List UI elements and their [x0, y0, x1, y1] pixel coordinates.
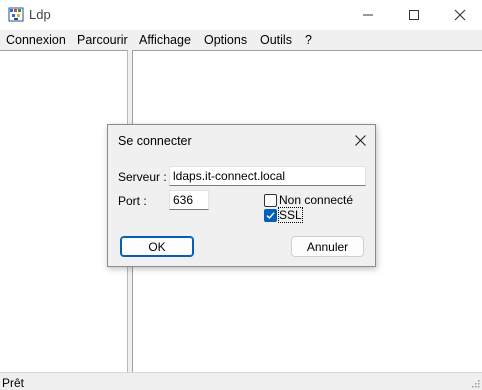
server-input[interactable] [169, 166, 366, 186]
maximize-icon [409, 10, 419, 20]
status-text: Prêt [2, 376, 25, 390]
maximize-button[interactable] [391, 0, 437, 30]
close-window-button[interactable] [437, 0, 482, 30]
cancel-button[interactable]: Annuler [291, 236, 364, 257]
menu-connexion[interactable]: Connexion [6, 33, 66, 47]
resize-grip-icon[interactable] [472, 380, 480, 388]
connect-dialog: Se connecter Serveur : Port : Non connec… [107, 124, 376, 267]
menu-affichage[interactable]: Affichage [139, 33, 191, 47]
ok-button[interactable]: OK [120, 236, 194, 257]
close-icon [454, 9, 466, 21]
menu-outils[interactable]: Outils [260, 33, 292, 47]
dialog-title: Se connecter [118, 134, 192, 148]
menu-parcourir[interactable]: Parcourir [77, 33, 128, 47]
window-title: Ldp [29, 7, 51, 22]
dialog-close-button[interactable] [348, 129, 372, 151]
minimize-icon [363, 14, 373, 16]
menu-options[interactable]: Options [204, 33, 247, 47]
menu-bar: Connexion Parcourir Affichage Options Ou… [0, 30, 482, 50]
ldp-app-icon [8, 7, 24, 22]
checkbox-unchecked-icon [264, 193, 277, 207]
port-input[interactable] [169, 190, 209, 210]
checkmark-icon [264, 208, 277, 222]
title-bar: Ldp [0, 0, 482, 30]
connectionless-label: Non connecté [279, 193, 354, 207]
menu-help[interactable]: ? [305, 33, 312, 47]
status-bar: Prêt [0, 372, 482, 390]
server-label: Serveur : [118, 170, 167, 184]
ssl-checkbox[interactable]: SSL [264, 207, 303, 223]
minimize-button[interactable] [345, 0, 391, 30]
close-icon [354, 134, 366, 146]
port-label: Port : [118, 194, 147, 208]
ssl-label: SSL [278, 207, 303, 223]
connectionless-checkbox[interactable]: Non connecté [264, 193, 353, 207]
